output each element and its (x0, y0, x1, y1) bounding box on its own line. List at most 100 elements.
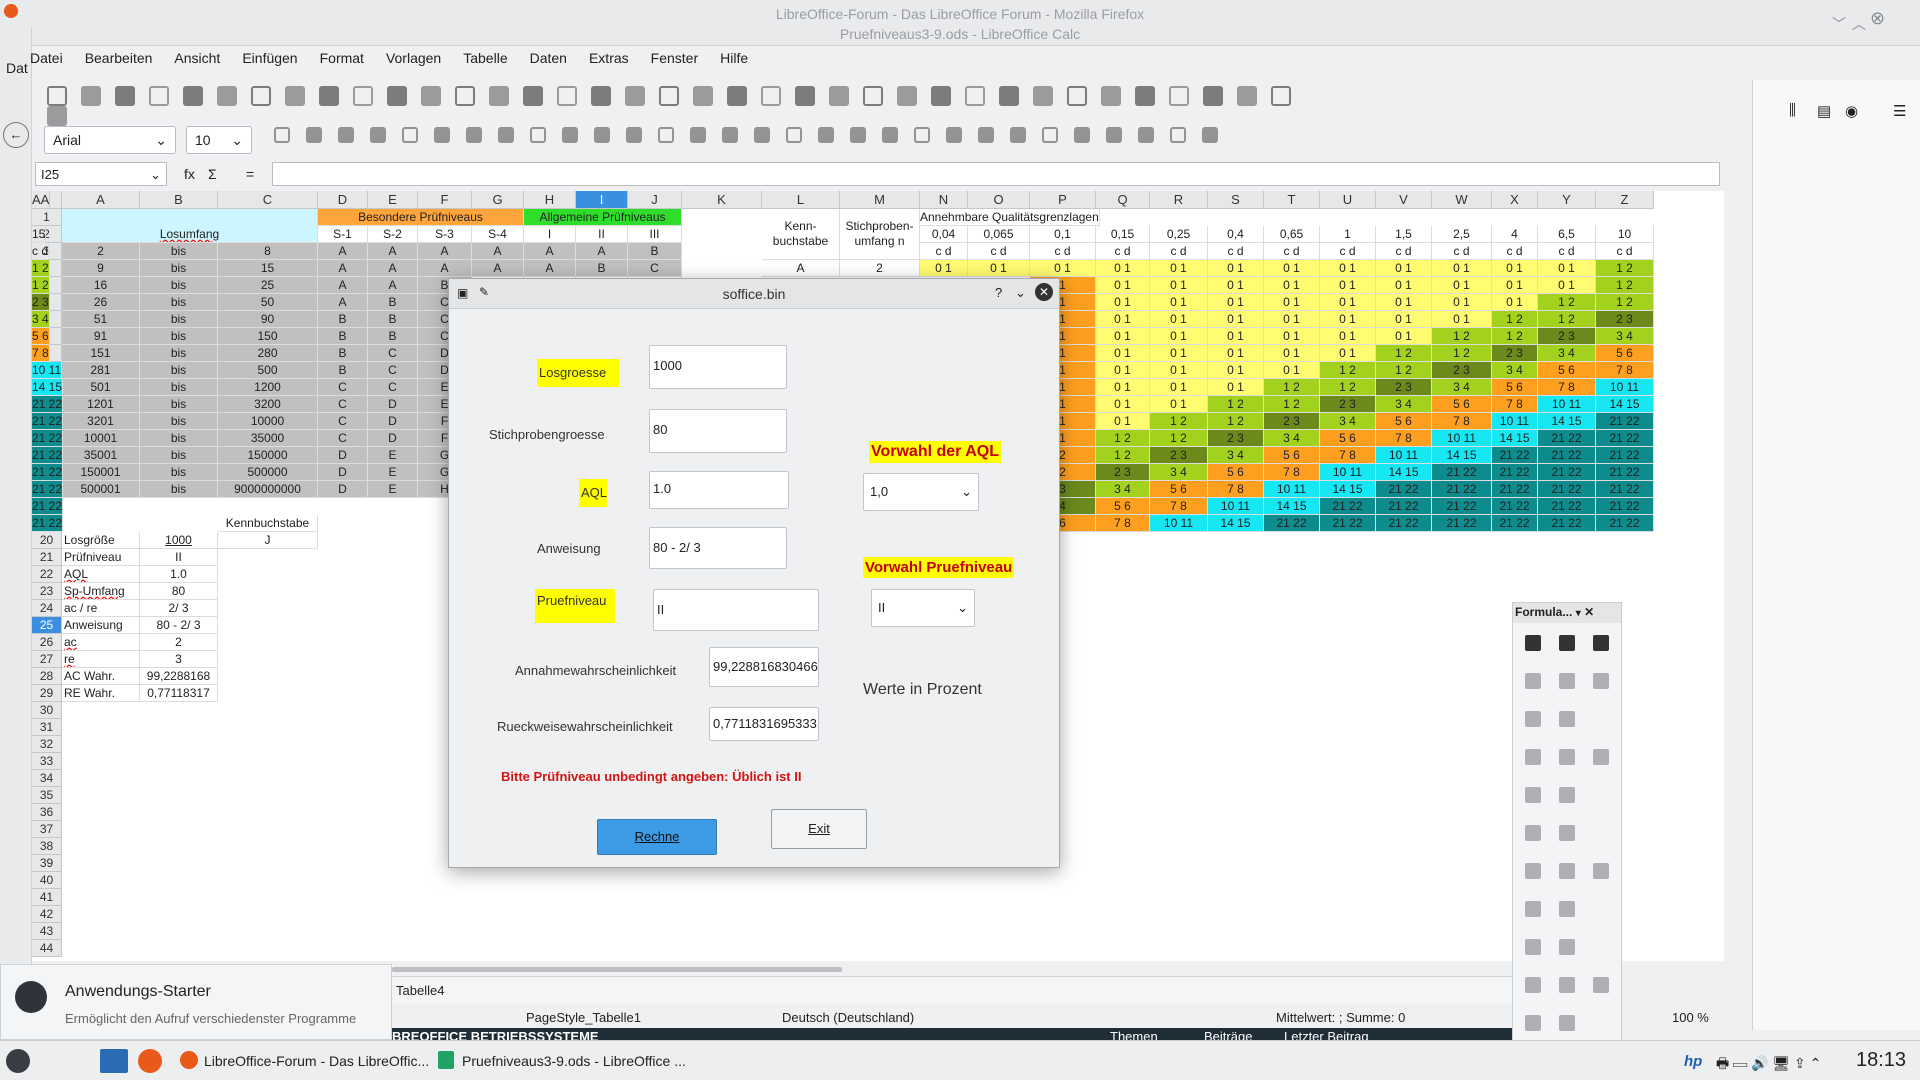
formula-equals-icon[interactable]: = (246, 166, 254, 182)
col-header-a[interactable]: A (62, 191, 140, 209)
toolbar-icon[interactable] (319, 86, 339, 106)
cell[interactable]: c d (1596, 243, 1654, 260)
cell[interactable]: 25 (218, 277, 318, 294)
cell[interactable]: c d (1096, 243, 1150, 260)
menu-format[interactable]: Format (320, 50, 364, 66)
cell[interactable]: 14 15 (1492, 430, 1538, 447)
row-header-31[interactable]: 31 (32, 719, 62, 736)
cell[interactable]: 21 22 (1596, 430, 1654, 447)
cell[interactable]: B (318, 362, 368, 379)
cell[interactable]: 0 1 (1264, 362, 1320, 379)
cell[interactable]: C (368, 345, 418, 362)
cell[interactable]: 21 22 (1538, 481, 1596, 498)
cell[interactable]: C (318, 430, 368, 447)
toolbar-icon[interactable] (1203, 86, 1223, 106)
toolbar-icon[interactable] (591, 86, 611, 106)
cell[interactable]: 2,5 (1432, 226, 1492, 243)
cell[interactable]: 5 6 (1208, 464, 1264, 481)
cell[interactable]: 0 1 (1096, 294, 1150, 311)
cell[interactable]: 21 22 (32, 498, 64, 515)
notification-popup[interactable]: Anwendungs-Starter Ermöglicht den Aufruf… (0, 964, 392, 1040)
system-tray-icons[interactable]: 🖶 ▭ 🔊 🖥 ⇪ ⌃ (1716, 1053, 1821, 1077)
cell[interactable]: 1 2 (32, 277, 50, 294)
dialog-minimize-icon[interactable]: ⌄ (1015, 285, 1026, 301)
form-control-icon[interactable] (1525, 635, 1541, 651)
row-header-34[interactable]: 34 (32, 770, 62, 787)
format-icon[interactable] (946, 126, 962, 143)
cell[interactable]: A (318, 294, 368, 311)
cell[interactable]: B (368, 328, 418, 345)
cell[interactable]: 21 22 (1376, 481, 1432, 498)
col-header-x[interactable]: X (1492, 191, 1538, 209)
cell[interactable]: 90 (218, 311, 318, 328)
cell[interactable]: B (576, 260, 628, 277)
cell[interactable]: A (368, 277, 418, 294)
cell[interactable]: Losumfang (62, 209, 318, 243)
cell[interactable]: 0 1 (1096, 328, 1150, 345)
cell[interactable]: 0 1 (1208, 311, 1264, 328)
cell[interactable]: c d (1320, 243, 1376, 260)
cell[interactable]: 0 1 (1538, 277, 1596, 294)
cell[interactable]: 16 (62, 277, 140, 294)
form-control-icon[interactable] (1593, 977, 1609, 993)
stich-input[interactable]: 80 (649, 409, 787, 453)
cell[interactable]: Stichproben- umfang n (840, 209, 920, 260)
cell[interactable]: c d (1150, 243, 1208, 260)
cell[interactable]: B (368, 311, 418, 328)
cell[interactable]: c d (1264, 243, 1320, 260)
cell[interactable]: B (318, 345, 368, 362)
cell[interactable]: 21 22 (32, 430, 64, 447)
cell[interactable]: bis (140, 413, 218, 430)
cell[interactable]: 14 15 (1596, 396, 1654, 413)
cell[interactable]: c d (1538, 243, 1596, 260)
cell[interactable]: 1201 (62, 396, 140, 413)
cell[interactable]: 2 3 (1432, 362, 1492, 379)
cell[interactable]: 1000 (140, 532, 218, 549)
browser-tab-label[interactable]: Dat (6, 60, 28, 76)
cell[interactable]: 8 (218, 243, 318, 260)
menu-einfügen[interactable]: Einfügen (242, 50, 297, 66)
row-header-44[interactable]: 44 (32, 940, 62, 957)
cell[interactable]: 21 22 (1596, 481, 1654, 498)
toolbar-icon[interactable] (693, 86, 713, 106)
cell[interactable]: 3 4 (32, 311, 50, 328)
cell[interactable]: 0 1 (1096, 311, 1150, 328)
form-control-icon[interactable] (1559, 635, 1575, 651)
row-header-21[interactable]: 21 (32, 549, 62, 566)
vorwahl-pruef-select[interactable]: II ⌄ (871, 589, 975, 627)
cell[interactable]: 2 (140, 634, 218, 651)
row-header-38[interactable]: 38 (32, 838, 62, 855)
cell[interactable]: 0 1 (1264, 345, 1320, 362)
cell[interactable]: 0 1 (1376, 328, 1432, 345)
cell[interactable]: 10001 (62, 430, 140, 447)
cell[interactable]: 0 1 (1096, 345, 1150, 362)
cell[interactable]: 3 (140, 651, 218, 668)
cell[interactable]: 10 11 (1320, 464, 1376, 481)
cell[interactable]: A (318, 277, 368, 294)
cell[interactable]: c d (920, 243, 968, 260)
cell[interactable]: 500 (218, 362, 318, 379)
cell[interactable]: c d (1376, 243, 1432, 260)
format-icon[interactable] (722, 126, 738, 143)
cell[interactable]: 5 6 (1538, 362, 1596, 379)
cell[interactable]: 10 (1596, 226, 1654, 243)
form-control-icon[interactable] (1525, 711, 1541, 727)
cell[interactable]: C (318, 379, 368, 396)
cell[interactable]: 21 22 (1596, 464, 1654, 481)
row-header-33[interactable]: 33 (32, 753, 62, 770)
cell[interactable]: 3 4 (1208, 447, 1264, 464)
cell[interactable]: 0,65 (1264, 226, 1320, 243)
menu-bearbeiten[interactable]: Bearbeiten (85, 50, 153, 66)
format-icon[interactable] (274, 126, 290, 143)
cell[interactable]: 2 3 (32, 294, 50, 311)
cell[interactable]: 21 22 (32, 515, 64, 532)
cell[interactable]: 0 1 (1096, 362, 1150, 379)
cell[interactable]: bis (140, 243, 218, 260)
cell[interactable]: 5 6 (1264, 447, 1320, 464)
cell[interactable]: 21 22 (1596, 515, 1654, 532)
cell[interactable]: 0 1 (1096, 277, 1150, 294)
row-header-28[interactable]: 28 (32, 668, 62, 685)
toolbar-icon[interactable] (1033, 86, 1053, 106)
cell[interactable]: A (524, 243, 576, 260)
cell[interactable]: A (418, 243, 472, 260)
